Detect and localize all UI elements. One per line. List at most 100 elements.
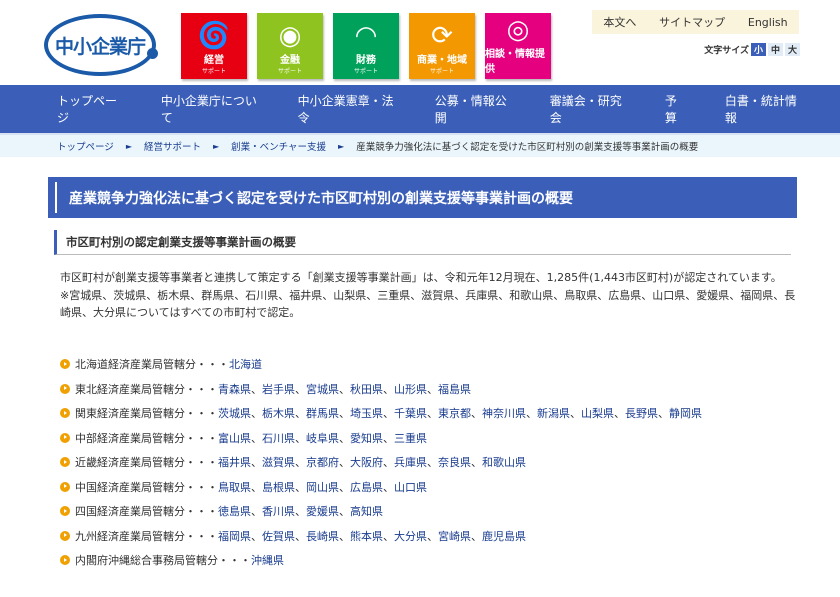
separator: 、 bbox=[471, 456, 482, 470]
nav-item[interactable]: 公募・情報公開 bbox=[435, 92, 512, 126]
separator: 、 bbox=[383, 431, 394, 445]
prefecture-link[interactable]: 大阪府 bbox=[350, 454, 383, 470]
prefecture-link[interactable]: 宮崎県 bbox=[438, 528, 471, 544]
prefecture-link[interactable]: 佐賀県 bbox=[262, 528, 295, 544]
prefecture-link[interactable]: 島根県 bbox=[262, 479, 295, 495]
prefecture-link[interactable]: 愛媛県 bbox=[306, 503, 339, 519]
prefecture-link[interactable]: 埼玉県 bbox=[350, 405, 383, 421]
tile-title: 経営 bbox=[204, 55, 224, 66]
nav-item[interactable]: 審議会・研究会 bbox=[550, 92, 627, 126]
prefecture-link[interactable]: 福井県 bbox=[218, 454, 251, 470]
separator: 、 bbox=[383, 407, 394, 421]
prefecture-link[interactable]: 岡山県 bbox=[306, 479, 339, 495]
region-item: 四国経済産業局管轄分・・・ 徳島県、香川県、愛媛県、高知県 bbox=[60, 499, 702, 524]
region-label: 近畿経済産業局管轄分・・・ bbox=[75, 456, 218, 470]
breadcrumb: トップページ ► 経営サポート ► 創業・ベンチャー支援 ► 産業競争力強化法に基づく認定を… bbox=[0, 133, 840, 157]
prefecture-link[interactable]: 広島県 bbox=[350, 479, 383, 495]
prefecture-link[interactable]: 長崎県 bbox=[306, 528, 339, 544]
separator: 、 bbox=[295, 480, 306, 494]
prefecture-link[interactable]: 神奈川県 bbox=[482, 405, 526, 421]
separator: 、 bbox=[295, 382, 306, 396]
nav-item[interactable]: 中小企業庁について bbox=[161, 92, 260, 126]
prefecture-link[interactable]: 鳥取県 bbox=[218, 479, 251, 495]
prefecture-link[interactable]: 千葉県 bbox=[394, 405, 427, 421]
note-paragraph: ※宮城県、茨城県、栃木県、群馬県、石川県、福井県、山梨県、三重県、滋賀県、兵庫県… bbox=[60, 288, 796, 320]
bullet-arrow-icon bbox=[60, 506, 70, 517]
prefecture-link[interactable]: 和歌山県 bbox=[482, 454, 526, 470]
prefecture-link[interactable]: 山梨県 bbox=[581, 405, 614, 421]
region-item: 東北経済産業局管轄分・・・ 青森県、岩手県、宮城県、秋田県、山形県、福島県 bbox=[60, 377, 702, 402]
prefecture-link[interactable]: 富山県 bbox=[218, 430, 251, 446]
prefecture-link[interactable]: 滋賀県 bbox=[262, 454, 295, 470]
prefecture-link[interactable]: 群馬県 bbox=[306, 405, 339, 421]
breadcrumb-link[interactable]: 創業・ベンチャー支援 bbox=[231, 139, 326, 153]
category-tile[interactable]: 🌀 経営 サポート bbox=[181, 13, 247, 79]
prefecture-link[interactable]: 熊本県 bbox=[350, 528, 383, 544]
tile-title: 相談・情報提供 bbox=[485, 49, 545, 75]
prefecture-link[interactable]: 静岡県 bbox=[669, 405, 702, 421]
category-tile[interactable]: ⟳ 商業・地域 サポート bbox=[409, 13, 475, 79]
tile-subtitle: サポート bbox=[277, 68, 302, 75]
prefecture-link[interactable]: 山口県 bbox=[394, 479, 427, 495]
english-link[interactable]: English bbox=[748, 16, 788, 29]
prefecture-link[interactable]: 三重県 bbox=[394, 430, 427, 446]
region-item: 中国経済産業局管轄分・・・ 鳥取県、島根県、岡山県、広島県、山口県 bbox=[60, 475, 702, 500]
prefecture-link[interactable]: 東京都 bbox=[438, 405, 471, 421]
category-tile[interactable]: ◠ 財務 サポート bbox=[333, 13, 399, 79]
prefecture-link[interactable]: 京都府 bbox=[306, 454, 339, 470]
prefecture-link[interactable]: 奈良県 bbox=[438, 454, 471, 470]
category-tile[interactable]: ◎ 相談・情報提供 bbox=[485, 13, 551, 79]
prefecture-link[interactable]: 長野県 bbox=[625, 405, 658, 421]
nav-item[interactable]: 予算 bbox=[665, 92, 687, 126]
region-label: 中部経済産業局管轄分・・・ bbox=[75, 431, 218, 445]
prefecture-link[interactable]: 岐阜県 bbox=[306, 430, 339, 446]
prefecture-link[interactable]: 鹿児島県 bbox=[482, 528, 526, 544]
font-size-medium[interactable]: 中 bbox=[767, 43, 783, 56]
nav-item[interactable]: トップページ bbox=[57, 92, 123, 126]
tile-subtitle: サポート bbox=[201, 68, 226, 75]
font-size-label: 文字サイズ bbox=[704, 46, 749, 56]
prefecture-link[interactable]: 福島県 bbox=[438, 381, 471, 397]
breadcrumb-link[interactable]: 経営サポート bbox=[144, 139, 201, 153]
region-item: 関東経済産業局管轄分・・・ 茨城県、栃木県、群馬県、埼玉県、千葉県、東京都、神奈川… bbox=[60, 401, 702, 426]
prefecture-link[interactable]: 山形県 bbox=[394, 381, 427, 397]
bullet-arrow-icon bbox=[60, 530, 70, 541]
separator: 、 bbox=[427, 456, 438, 470]
prefecture-link[interactable]: 秋田県 bbox=[350, 381, 383, 397]
separator: 、 bbox=[295, 505, 306, 519]
prefecture-link[interactable]: 栃木県 bbox=[262, 405, 295, 421]
prefecture-link[interactable]: 大分県 bbox=[394, 528, 427, 544]
prefecture-link[interactable]: 岩手県 bbox=[262, 381, 295, 397]
prefecture-link[interactable]: 福岡県 bbox=[218, 528, 251, 544]
separator: 、 bbox=[295, 456, 306, 470]
prefecture-link[interactable]: 宮城県 bbox=[306, 381, 339, 397]
prefecture-link[interactable]: 茨城県 bbox=[218, 405, 251, 421]
signal-icon: ◠ bbox=[354, 21, 378, 51]
prefecture-link[interactable]: 高知県 bbox=[350, 503, 383, 519]
prefecture-link[interactable]: 兵庫県 bbox=[394, 454, 427, 470]
separator: 、 bbox=[251, 407, 262, 421]
site-logo[interactable]: 中小企業庁 bbox=[44, 14, 158, 76]
sitemap-link[interactable]: サイトマップ bbox=[659, 14, 725, 30]
category-tile[interactable]: ◉ 金融 サポート bbox=[257, 13, 323, 79]
breadcrumb-link[interactable]: トップページ bbox=[57, 139, 114, 153]
font-size-large[interactable]: 大 bbox=[784, 43, 800, 56]
nav-item[interactable]: 中小企業憲章・法令 bbox=[298, 92, 397, 126]
region-item: 北海道経済産業局管轄分・・・ 北海道 bbox=[60, 352, 702, 377]
prefecture-link[interactable]: 北海道 bbox=[229, 356, 262, 372]
prefecture-link[interactable]: 新潟県 bbox=[537, 405, 570, 421]
cycle-icon: ⟳ bbox=[431, 21, 453, 51]
prefecture-link[interactable]: 愛知県 bbox=[350, 430, 383, 446]
intro-paragraph: 市区町村が創業支援等事業者と連携して策定する「創業支援等事業計画」は、令和元年1… bbox=[60, 271, 782, 284]
skip-to-content-link[interactable]: 本文へ bbox=[603, 14, 636, 30]
prefecture-link[interactable]: 青森県 bbox=[218, 381, 251, 397]
prefecture-link[interactable]: 徳島県 bbox=[218, 503, 251, 519]
tile-subtitle: サポート bbox=[353, 68, 378, 75]
prefecture-link[interactable]: 石川県 bbox=[262, 430, 295, 446]
separator: 、 bbox=[526, 407, 537, 421]
font-size-small[interactable]: 小 bbox=[750, 43, 766, 56]
prefecture-link[interactable]: 沖縄県 bbox=[251, 552, 284, 568]
nav-item[interactable]: 白書・統計情報 bbox=[725, 92, 802, 126]
separator: 、 bbox=[251, 529, 262, 543]
prefecture-link[interactable]: 香川県 bbox=[262, 503, 295, 519]
